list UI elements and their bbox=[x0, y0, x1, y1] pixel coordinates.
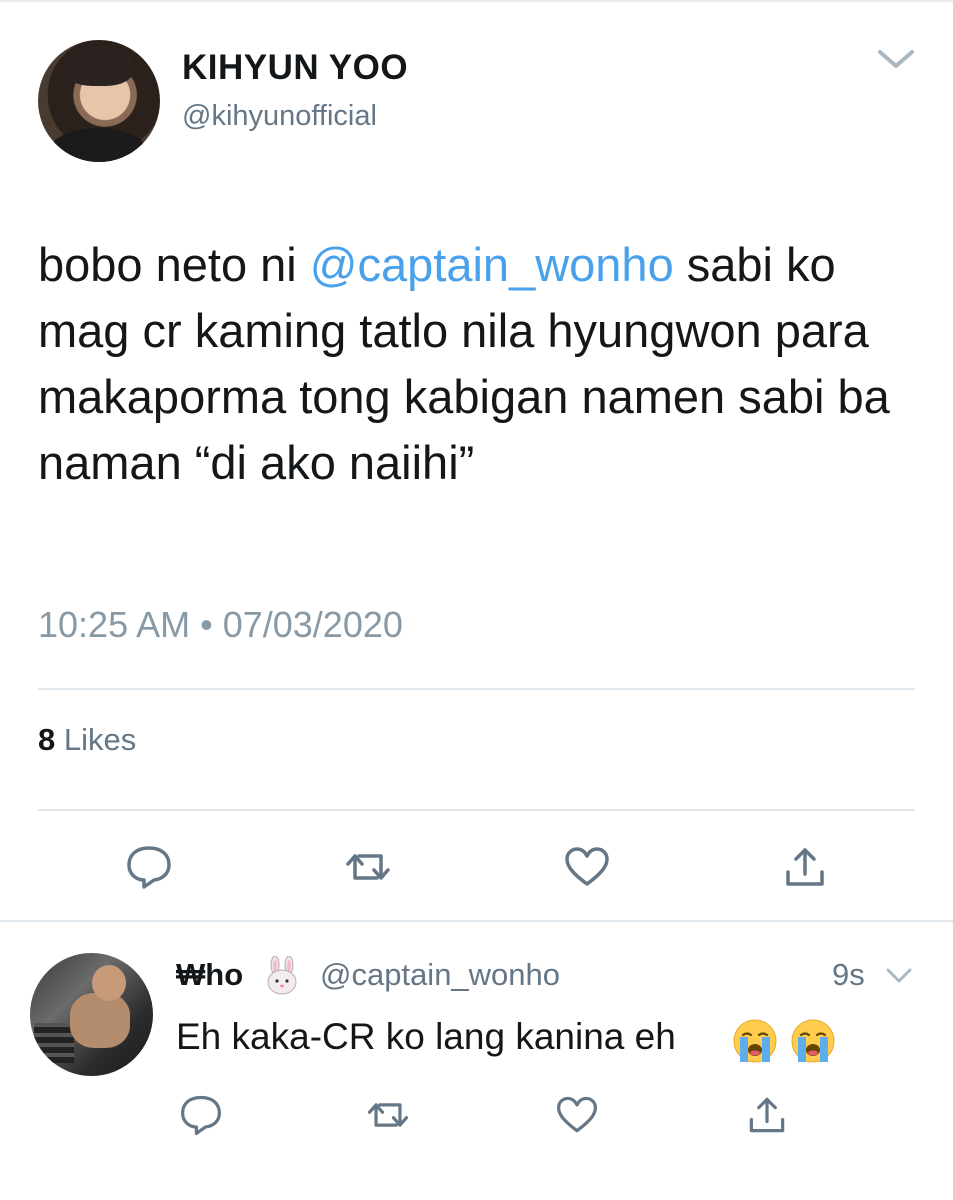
loudly-crying-face-emoji bbox=[733, 1019, 777, 1063]
reply-icon bbox=[180, 1095, 222, 1136]
reply-icon bbox=[127, 846, 171, 889]
reply-retweet-button[interactable] bbox=[365, 1092, 411, 1138]
mention-link[interactable]: @captain_wonho bbox=[310, 238, 674, 291]
tweet-text-before: bobo neto ni bbox=[38, 238, 310, 291]
avatar-background bbox=[34, 1023, 74, 1063]
avatar-arm bbox=[70, 993, 130, 1048]
share-icon bbox=[749, 1097, 785, 1133]
divider bbox=[38, 809, 915, 811]
divider bbox=[0, 920, 953, 922]
reply-share-button[interactable] bbox=[744, 1092, 790, 1138]
reply-avatar[interactable] bbox=[30, 953, 153, 1076]
reply-author-handle[interactable]: @captain_wonho bbox=[320, 957, 560, 993]
like-button[interactable] bbox=[562, 842, 612, 892]
chevron-down-icon[interactable] bbox=[876, 46, 916, 72]
heart-icon bbox=[556, 1096, 598, 1133]
avatar-shirt bbox=[48, 128, 148, 162]
tweet-text: bobo neto ni @captain_wonho sabi ko mag … bbox=[38, 232, 918, 496]
reply-text: Eh kaka-CR ko lang kanina eh bbox=[176, 1016, 676, 1057]
retweet-button[interactable] bbox=[343, 842, 393, 892]
loudly-crying-face-emoji bbox=[791, 1019, 835, 1063]
likes-count[interactable]: 8 Likes bbox=[38, 722, 136, 758]
chevron-down-icon[interactable] bbox=[884, 966, 914, 986]
author-display-name[interactable]: KIHYUN YOO bbox=[182, 48, 408, 88]
tweet-timestamp[interactable]: 10:25 AM • 07/03/2020 bbox=[38, 604, 403, 646]
author-handle[interactable]: @kihyunofficial bbox=[182, 100, 377, 133]
avatar-hair bbox=[64, 46, 134, 86]
top-border bbox=[0, 0, 953, 2]
reply-timestamp[interactable]: 9s bbox=[832, 957, 865, 993]
avatar[interactable] bbox=[38, 40, 160, 162]
share-icon bbox=[786, 848, 824, 886]
rabbit-face-emoji bbox=[267, 956, 297, 995]
likes-number: 8 bbox=[38, 722, 56, 757]
retweet-icon bbox=[367, 1103, 409, 1127]
reply-author-name[interactable]: ₩ho bbox=[176, 957, 243, 993]
share-button[interactable] bbox=[780, 842, 830, 892]
heart-icon bbox=[565, 847, 609, 886]
reply-like-button[interactable] bbox=[554, 1092, 600, 1138]
retweet-icon bbox=[346, 854, 390, 880]
reply-button[interactable] bbox=[124, 842, 174, 892]
divider bbox=[38, 688, 915, 690]
likes-label: Likes bbox=[63, 722, 137, 757]
reply-reply-button[interactable] bbox=[178, 1092, 224, 1138]
avatar-head bbox=[92, 965, 126, 1001]
